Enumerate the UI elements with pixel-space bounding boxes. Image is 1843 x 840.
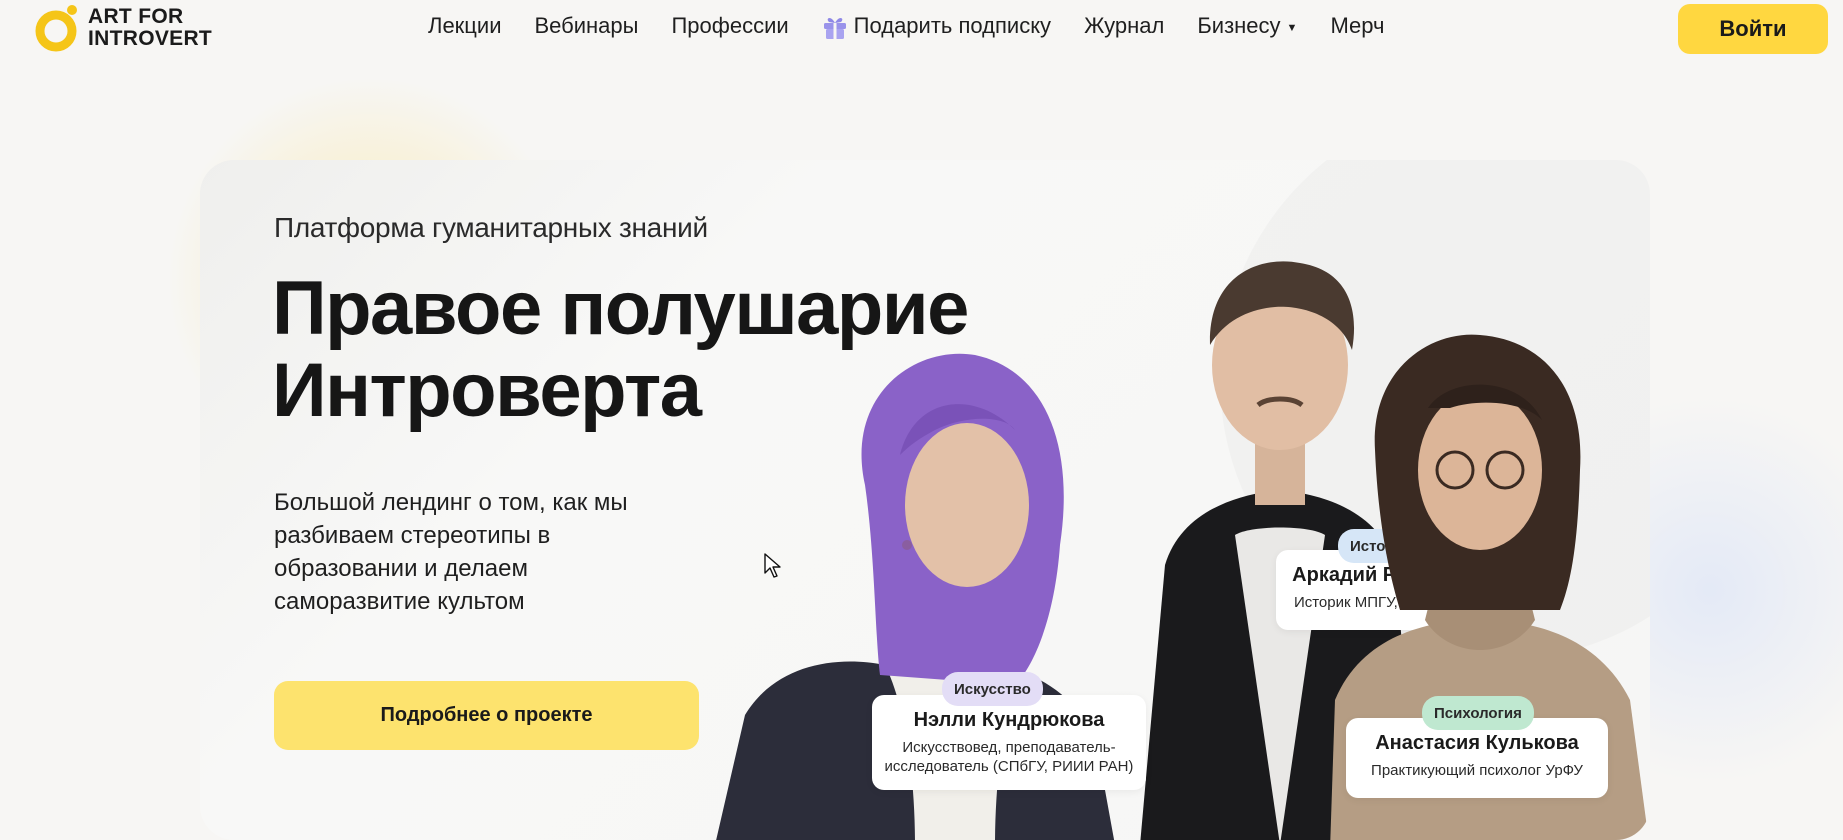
nav-professions[interactable]: Профессии bbox=[671, 13, 788, 39]
hero-section: Платформа гуманитарных знаний Правое пол… bbox=[200, 160, 1650, 840]
logo-ring-icon bbox=[35, 5, 77, 52]
speaker-nelly: Нэлли Кундрюкова Искусствовед, преподава… bbox=[715, 335, 1155, 840]
nav-label: Мерч bbox=[1330, 13, 1385, 38]
logo-line-1: ART FOR bbox=[88, 5, 184, 28]
caret-down-icon: ▼ bbox=[1286, 21, 1298, 34]
speaker-name: Нэлли Кундрюкова bbox=[913, 709, 1105, 731]
nav-webinars[interactable]: Вебинары bbox=[534, 13, 638, 39]
nav-lectures[interactable]: Лекции bbox=[428, 13, 501, 39]
nav-label: Вебинары bbox=[534, 13, 639, 38]
speaker-role: Практикующий психолог УрФУ bbox=[1371, 762, 1583, 779]
logo-line-2: INTROVERT bbox=[88, 27, 213, 50]
gift-icon bbox=[823, 17, 846, 39]
hero-eyebrow: Платформа гуманитарных знаний bbox=[274, 212, 708, 243]
nav-gift-subscription[interactable]: Подарить подписку bbox=[822, 12, 1051, 40]
nav-label: Журнал bbox=[1084, 13, 1165, 38]
site-header: ART FOR INTROVERT Лекции Вебинары Профес… bbox=[0, 0, 1843, 58]
speaker-role-line-2: исследователь (СПбГУ, РИИИ РАН) bbox=[884, 758, 1134, 775]
nav-label: Профессии bbox=[671, 13, 789, 38]
speaker-name: Анастасия Кулькова bbox=[1375, 732, 1579, 754]
speaker-card: Нэлли Кундрюкова Искусствовед, преподава… bbox=[872, 695, 1146, 790]
nav-business-dropdown[interactable]: Бизнесу ▼ bbox=[1197, 13, 1297, 39]
main-nav: Лекции Вебинары Профессии Подарить подпи… bbox=[428, 12, 1417, 40]
mouse-cursor-icon bbox=[764, 553, 781, 578]
nav-label: Бизнесу bbox=[1197, 13, 1281, 38]
speaker-tag: Психология bbox=[1422, 696, 1534, 730]
more-about-project-button[interactable]: Подробнее о проекте bbox=[274, 681, 699, 750]
logo-wordmark: ART FOR INTROVERT bbox=[88, 6, 212, 50]
logo[interactable]: ART FOR INTROVERT bbox=[34, 3, 212, 53]
nav-label: Лекции bbox=[428, 13, 502, 38]
nav-journal[interactable]: Журнал bbox=[1084, 13, 1164, 39]
login-button[interactable]: Войти bbox=[1678, 4, 1828, 54]
speaker-card: Анастасия Кулькова Практикующий психолог… bbox=[1346, 718, 1608, 798]
speaker-role-line-1: Искусствовед, преподаватель- bbox=[902, 739, 1116, 756]
nav-label: Подарить подписку bbox=[853, 13, 1052, 38]
speaker-anastasia: Анастасия Кулькова Практикующий психолог… bbox=[1310, 320, 1650, 840]
hero-description: Большой лендинг о том, как мы разбиваем … bbox=[274, 489, 628, 615]
speaker-tag: Искусство bbox=[942, 672, 1043, 706]
nav-merch[interactable]: Мерч bbox=[1330, 13, 1384, 39]
